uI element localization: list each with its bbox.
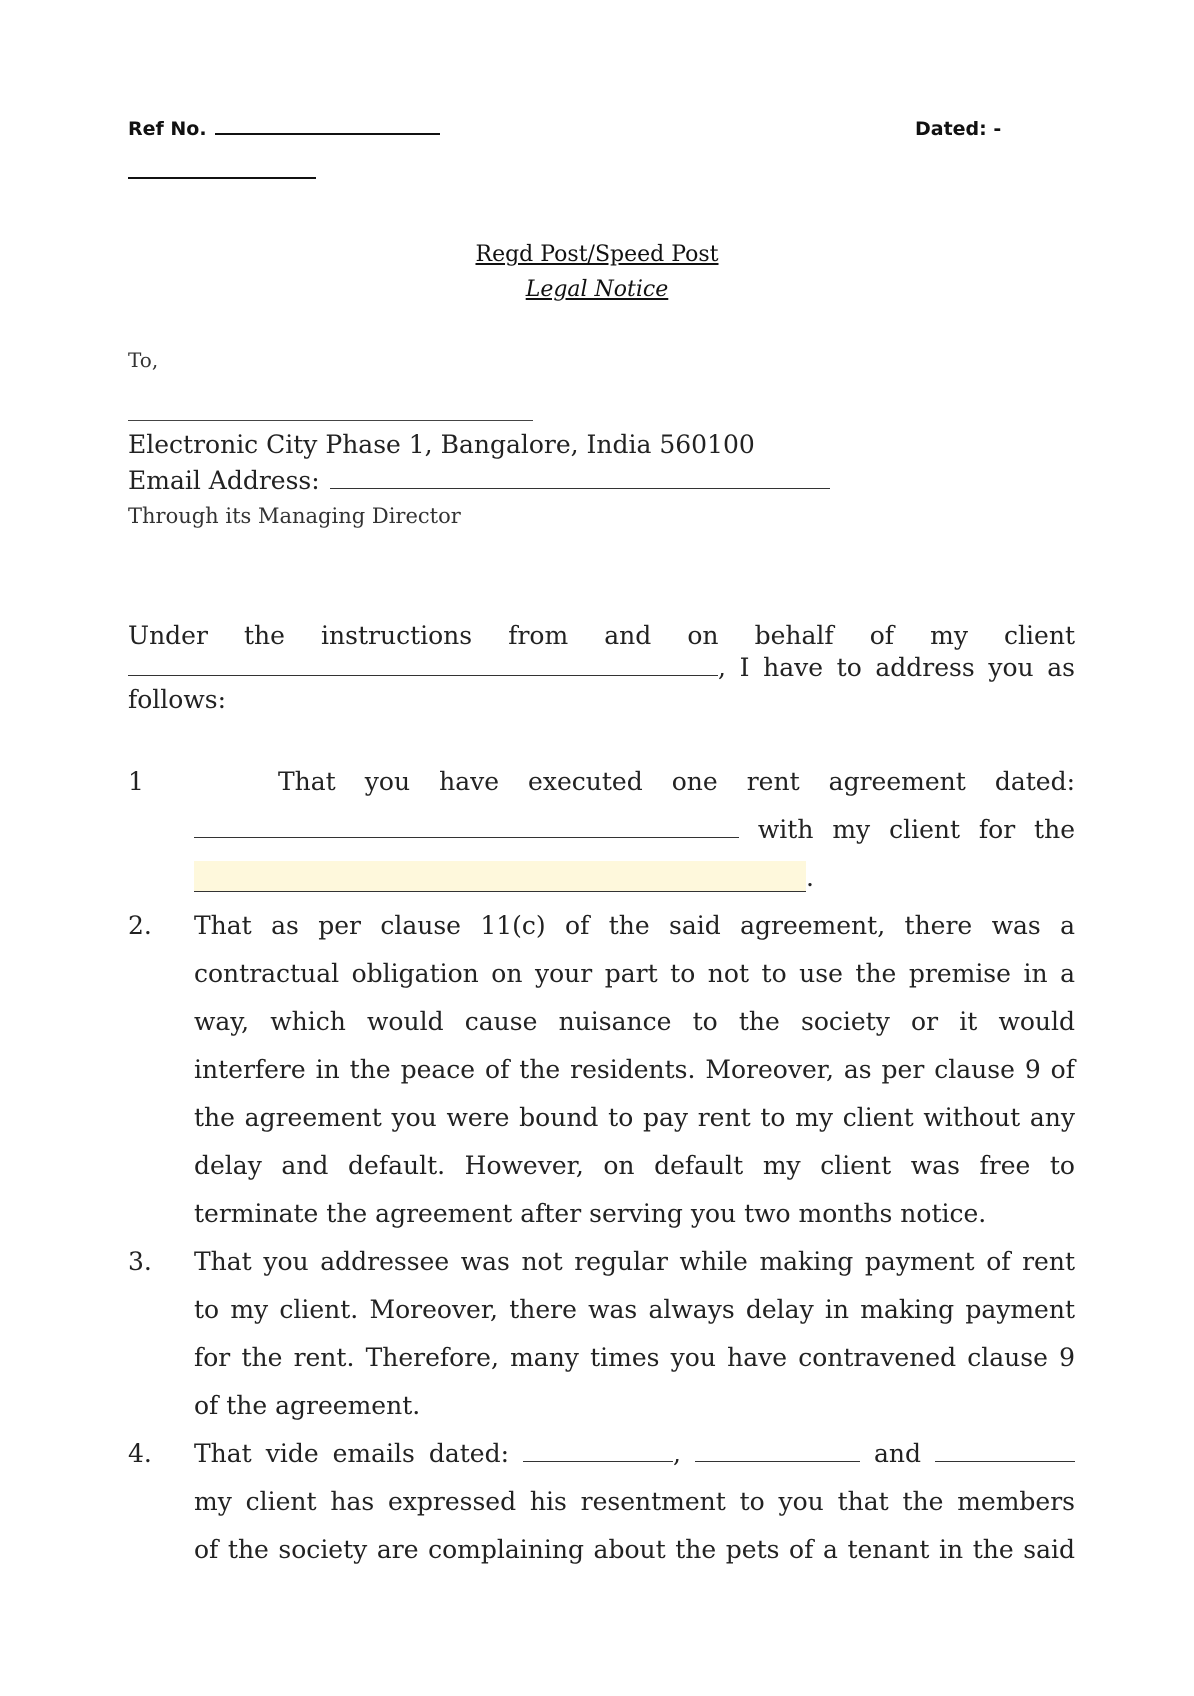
clause-line: delay and default. However, on default m… — [194, 1151, 1075, 1180]
clause-line: for the rent. Therefore, many times you … — [194, 1343, 1075, 1372]
email-date-blank-3[interactable] — [935, 1460, 1075, 1462]
clause-line: That vide emails dated: , and — [194, 1430, 1075, 1478]
email-date-blank-2[interactable] — [694, 1460, 860, 1462]
intro-line-2: , I have to address you as — [128, 652, 1075, 684]
through-line: Through its Managing Director — [128, 504, 461, 528]
intro-line-3: follows: — [128, 685, 226, 714]
email-address-blank[interactable] — [329, 487, 830, 489]
ref-label: Ref No. — [128, 118, 207, 140]
clause-line: contractual obligation on your part to n… — [194, 959, 1075, 988]
addressee-name-blank[interactable] — [128, 420, 533, 421]
clause-number: 1 — [128, 767, 144, 796]
email-date-blank-1[interactable] — [523, 1460, 674, 1462]
legal-notice-page: Ref No. Dated: - Regd Post/Speed Post Le… — [0, 0, 1194, 1696]
ref-number-field: Ref No. — [128, 118, 440, 140]
clause-line: with my client for the — [194, 806, 1075, 854]
ref-number-blank-continued[interactable] — [128, 177, 316, 179]
clause-number: 3. — [128, 1247, 152, 1276]
client-name-blank[interactable] — [128, 674, 718, 676]
intro-line-1: Under the instructions from and on behal… — [128, 621, 1075, 650]
clause-4: 4. That vide emails dated: , and my clie… — [128, 1430, 1075, 1574]
document-title: Legal Notice — [525, 277, 669, 302]
delivery-mode-heading: Regd Post/Speed Post — [475, 242, 719, 267]
clause-line: terminate the agreement after serving yo… — [194, 1199, 987, 1228]
clause-line: to my client. Moreover, there was always… — [194, 1295, 1075, 1324]
clause-1: 1 That you have executed one rent agreem… — [128, 758, 1075, 902]
clause-line: That as per clause 11(c) of the said agr… — [194, 911, 1075, 940]
salutation: To, — [128, 348, 159, 372]
clause-line: of the society are complaining about the… — [194, 1535, 1075, 1564]
addressee-address: Electronic City Phase 1, Bangalore, Indi… — [128, 430, 755, 459]
clause-line: That you addressee was not regular while… — [194, 1247, 1075, 1276]
clause-line: my client has expressed his resentment t… — [194, 1487, 1075, 1516]
clause-2: 2. That as per clause 11(c) of the said … — [128, 902, 1075, 1238]
agreement-date-blank[interactable] — [194, 836, 739, 838]
dated-label: Dated: - — [915, 118, 1002, 140]
clause-line: . — [194, 854, 1075, 902]
clause-line: interfere in the peace of the residents.… — [194, 1055, 1075, 1084]
clause-number: 4. — [128, 1439, 152, 1468]
clause-line: That you have executed one rent agreemen… — [278, 767, 1075, 796]
clause-line: the agreement you were bound to pay rent… — [194, 1103, 1075, 1132]
clause-line: of the agreement. — [194, 1391, 421, 1420]
premise-description-blank-highlighted[interactable] — [194, 861, 806, 892]
numbered-clauses: 1 That you have executed one rent agreem… — [128, 758, 1075, 1574]
ref-number-blank[interactable] — [214, 132, 440, 135]
clause-number: 2. — [128, 911, 152, 940]
email-address-field: Email Address: — [128, 466, 830, 495]
clause-line: way, which would cause nuisance to the s… — [194, 1007, 1075, 1036]
clause-3: 3. That you addressee was not regular wh… — [128, 1238, 1075, 1430]
intro-paragraph: Under the instructions from and on behal… — [128, 620, 1075, 716]
email-label: Email Address: — [128, 466, 320, 495]
